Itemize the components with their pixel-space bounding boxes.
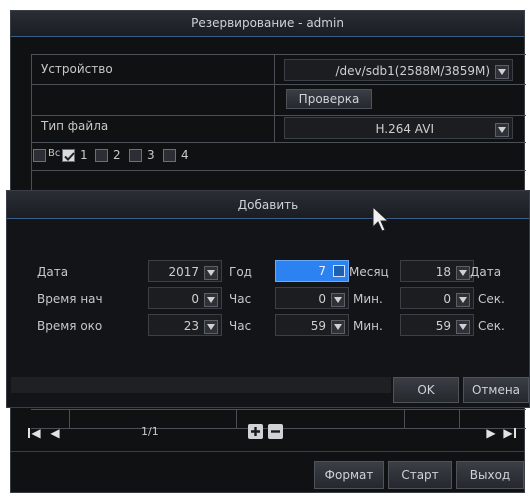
start-min-unit: Мин. — [353, 292, 383, 306]
page-indicator: 1/1 — [141, 425, 159, 438]
cancel-button[interactable]: Отмена — [463, 377, 529, 403]
end-sec-dropdown[interactable]: 59 — [400, 314, 474, 336]
last-page-icon[interactable]: ▶ — [502, 426, 514, 440]
start-sec-dropdown[interactable]: 0 — [400, 287, 474, 309]
year-unit: Год — [229, 265, 252, 279]
start-min-dropdown[interactable]: 0 — [275, 287, 349, 309]
start-sec-unit: Сек. — [478, 292, 505, 306]
chevron-down-icon — [204, 320, 218, 334]
start-min-value: 0 — [318, 292, 326, 306]
device-dropdown[interactable]: /dev/sdb1(2588M/3859M) — [284, 59, 513, 81]
next-page-icon[interactable]: ▶ — [485, 426, 497, 440]
start-hour-value: 0 — [191, 292, 199, 306]
channel-3-label: 3 — [147, 148, 155, 162]
start-sec-value: 0 — [443, 292, 451, 306]
file-type-dropdown[interactable]: H.264 AVI — [284, 117, 513, 139]
end-min-dropdown[interactable]: 59 — [275, 314, 349, 336]
channel-1-label: 1 — [80, 148, 88, 162]
channel-all-label: Все — [48, 148, 60, 159]
chevron-down-icon — [333, 265, 345, 277]
col-divider — [459, 409, 460, 429]
add-dialog-footer-bar — [11, 377, 391, 393]
row-divider — [31, 170, 526, 171]
chevron-down-icon — [495, 123, 509, 137]
day-unit: Дата — [470, 265, 502, 279]
add-dialog: Добавить Дата 2017 Год 7 Месяц 18 Дата В… — [6, 190, 530, 408]
chevron-down-icon — [456, 266, 470, 280]
chevron-down-icon — [204, 266, 218, 280]
end-hour-unit: Час — [229, 319, 252, 333]
row-divider — [31, 115, 526, 116]
mouse-cursor-icon — [372, 206, 390, 232]
col-divider — [274, 54, 275, 142]
check-button[interactable]: Проверка — [286, 89, 372, 109]
channel-2-checkbox[interactable] — [95, 149, 108, 162]
end-sec-unit: Сек. — [478, 319, 505, 333]
check-icon — [64, 152, 75, 161]
add-dialog-title: Добавить — [7, 191, 529, 219]
row-divider — [31, 142, 526, 143]
channel-3-checkbox[interactable] — [129, 149, 142, 162]
chevron-down-icon — [456, 320, 470, 334]
month-unit: Месяц — [349, 265, 389, 279]
col-divider — [236, 409, 237, 429]
year-dropdown[interactable]: 2017 — [148, 260, 222, 282]
device-value: /dev/sdb1(2588M/3859M) — [335, 64, 491, 78]
prev-page-icon[interactable]: ◀ — [49, 426, 61, 440]
end-sec-value: 59 — [435, 319, 451, 333]
channel-2-label: 2 — [113, 148, 121, 162]
date-label: Дата — [37, 265, 69, 279]
plus-icon — [251, 427, 260, 436]
device-label: Устройство — [41, 62, 113, 76]
start-button[interactable]: Старт — [388, 461, 452, 489]
chevron-down-icon — [456, 293, 470, 307]
backup-title: Резервирование - admin — [11, 11, 524, 37]
file-type-label: Тип файла — [41, 119, 109, 133]
start-time-label: Время нач — [37, 292, 103, 306]
start-hour-dropdown[interactable]: 0 — [148, 287, 222, 309]
year-value: 2017 — [168, 265, 199, 279]
start-hour-unit: Час — [229, 292, 252, 306]
chevron-down-icon — [204, 293, 218, 307]
end-hour-dropdown[interactable]: 23 — [148, 314, 222, 336]
minus-icon — [271, 430, 280, 433]
footer-divider — [11, 451, 524, 452]
channel-all-checkbox[interactable] — [33, 149, 46, 162]
day-value: 18 — [435, 265, 451, 279]
row-divider — [31, 84, 526, 85]
channel-1-checkbox[interactable] — [62, 149, 75, 162]
exit-button[interactable]: Выход — [456, 461, 524, 489]
chevron-down-icon — [331, 320, 345, 334]
chevron-down-icon — [495, 65, 509, 79]
col-divider — [69, 409, 70, 429]
end-hour-value: 23 — [183, 319, 199, 333]
ok-button[interactable]: OK — [393, 377, 459, 403]
month-dropdown[interactable]: 7 — [275, 260, 349, 282]
month-value: 7 — [318, 264, 326, 278]
end-time-label: Время око — [37, 319, 103, 333]
remove-button[interactable] — [268, 424, 283, 439]
channel-4-checkbox[interactable] — [163, 149, 176, 162]
last-page-bar — [514, 428, 516, 438]
channel-4-label: 4 — [181, 148, 189, 162]
day-dropdown[interactable]: 18 — [400, 260, 474, 282]
col-divider — [404, 409, 405, 429]
chevron-down-icon — [331, 293, 345, 307]
first-page-bar — [28, 428, 30, 438]
end-min-unit: Мин. — [353, 319, 383, 333]
format-button[interactable]: Формат — [314, 461, 384, 489]
file-type-value: H.264 AVI — [375, 122, 434, 136]
end-min-value: 59 — [310, 319, 326, 333]
add-button[interactable] — [248, 424, 263, 439]
first-page-icon[interactable]: ◀ — [29, 426, 43, 440]
